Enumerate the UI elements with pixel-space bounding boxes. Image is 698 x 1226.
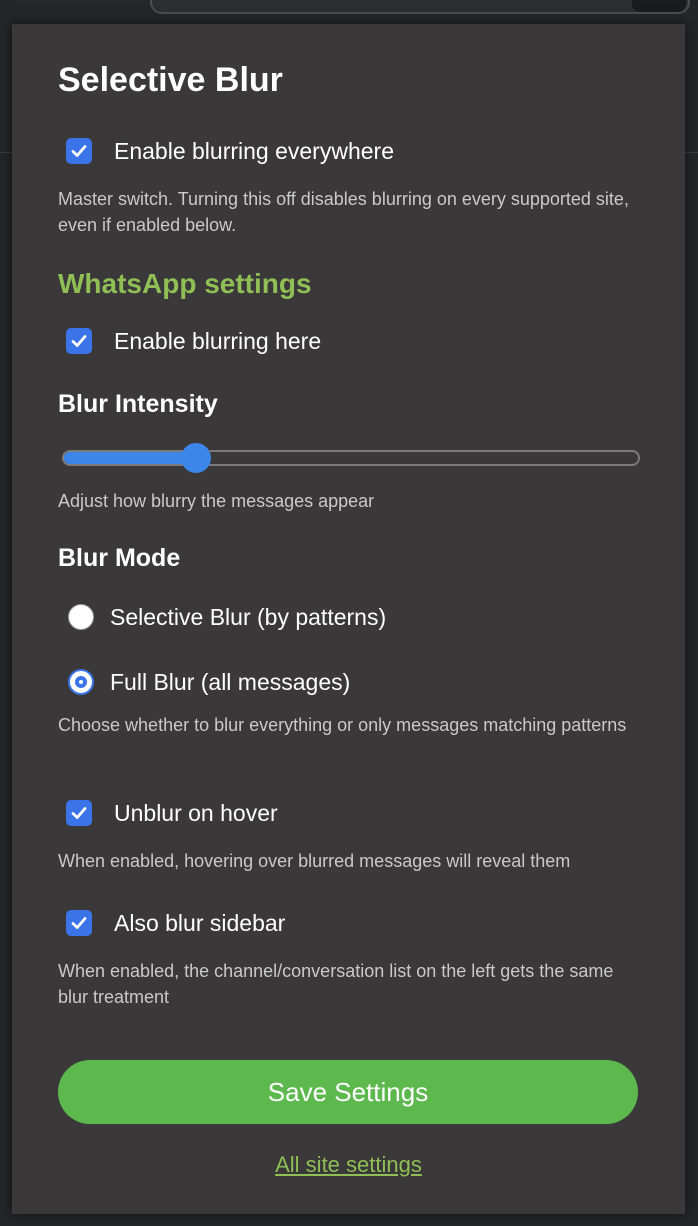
mode-option-full[interactable]: Full Blur (all messages) [68,667,350,697]
enable-everywhere-row[interactable]: Enable blurring everywhere [66,136,394,166]
master-switch-description: Master switch. Turning this off disables… [58,189,629,235]
radio-selected-dot [75,676,87,688]
mode-option-selective[interactable]: Selective Blur (by patterns) [68,602,386,632]
unblur-hover-label: Unblur on hover [114,799,278,826]
background-button [632,0,686,12]
unblur-hover-row[interactable]: Unblur on hover [66,798,278,828]
enable-here-checkbox[interactable] [66,328,92,354]
enable-everywhere-label: Enable blurring everywhere [114,137,394,164]
blur-sidebar-label: Also blur sidebar [114,909,286,936]
blur-mode-heading: Blur Mode [58,544,181,572]
checkmark-icon [71,335,87,347]
all-site-settings-link[interactable]: All site settings [12,1152,685,1178]
blur-sidebar-row[interactable]: Also blur sidebar [66,908,285,938]
full-blur-label: Full Blur (all messages) [110,668,351,695]
extension-popup: Selective Blur Enable blurring everywher… [12,24,685,1214]
enable-here-label: Enable blurring here [114,327,322,354]
intensity-description: Adjust how blurry the messages appear [58,491,375,511]
save-settings-button[interactable]: Save Settings [58,1060,638,1124]
sidebar-description: When enabled, the channel/conversation l… [58,961,614,1007]
enable-here-row[interactable]: Enable blurring here [66,326,321,356]
checkmark-icon [71,807,87,819]
background-search-bar [150,0,690,14]
hover-description: When enabled, hovering over blurred mess… [58,851,571,871]
popup-title: Selective Blur [58,61,283,99]
selective-blur-radio[interactable] [68,604,94,630]
blur-intensity-slider[interactable] [62,443,640,473]
slider-fill [64,452,197,464]
unblur-hover-checkbox[interactable] [66,800,92,826]
checkmark-icon [71,917,87,929]
slider-thumb[interactable] [181,443,212,473]
blur-sidebar-checkbox[interactable] [66,910,92,936]
checkmark-icon [71,145,87,157]
site-section-title: WhatsApp settings [58,268,312,299]
mode-description: Choose whether to blur everything or onl… [58,715,627,735]
full-blur-radio[interactable] [68,669,94,695]
blur-intensity-heading: Blur Intensity [58,390,218,418]
selective-blur-label: Selective Blur (by patterns) [110,603,387,630]
enable-everywhere-checkbox[interactable] [66,138,92,164]
